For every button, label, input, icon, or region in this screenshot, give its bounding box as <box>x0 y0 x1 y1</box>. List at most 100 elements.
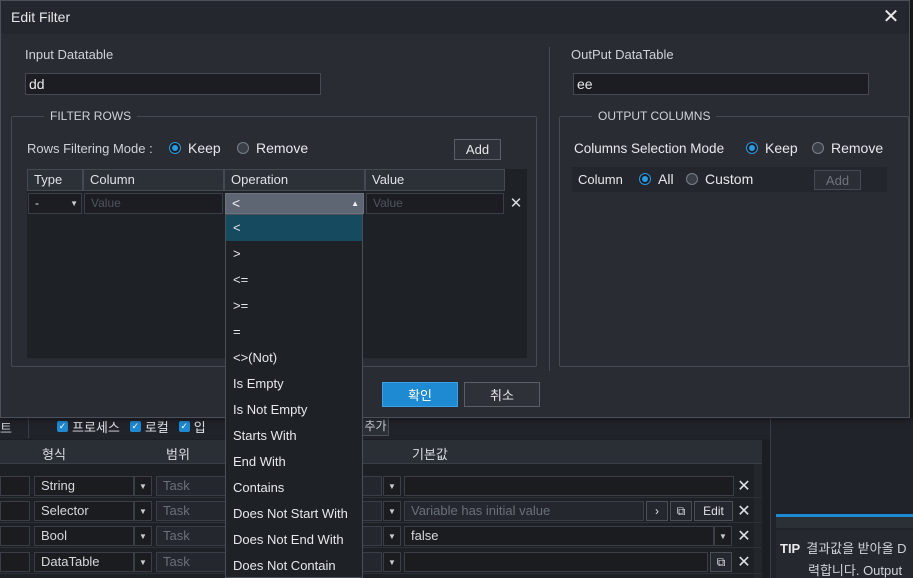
tip-text-line1: 결과값을 받아올 D <box>806 541 907 556</box>
check-local-label: 로컬 <box>144 419 169 435</box>
edit-button[interactable]: Edit <box>694 501 733 521</box>
tip-panel: TIP 결과값을 받아올 D 력합니다. Output <box>776 530 913 578</box>
chevron-down-icon[interactable]: ▼ <box>383 501 401 521</box>
dialog-title-bar: Edit Filter ✕ <box>1 1 909 34</box>
delete-row-icon[interactable]: ✕ <box>735 526 753 546</box>
rows-remove-label: Remove <box>256 140 309 156</box>
tab-label-partial[interactable]: 트 <box>0 418 20 436</box>
operation-option[interactable]: Is Empty <box>226 371 362 397</box>
chevron-down-icon[interactable]: ▼ <box>383 552 401 572</box>
chevron-down-icon[interactable]: ▼ <box>134 552 152 572</box>
row-name-cell[interactable] <box>0 526 30 546</box>
table-row: DataTable ▼ Task ▼ ⧉ ✕ <box>0 550 762 574</box>
cancel-button[interactable]: 취소 <box>464 382 540 407</box>
delete-row-icon[interactable]: ✕ <box>508 195 524 213</box>
value-input[interactable]: Value <box>366 193 504 214</box>
chevron-down-icon[interactable]: ▼ <box>134 501 152 521</box>
chevron-down-icon[interactable]: ▼ <box>383 526 401 546</box>
default-value-input[interactable]: Variable has initial value <box>404 501 644 521</box>
type-select[interactable]: Bool <box>34 526 134 546</box>
type-select-value: - <box>35 196 39 210</box>
operation-option[interactable]: < <box>226 215 362 241</box>
operation-option[interactable]: Does Not End With <box>226 527 362 553</box>
chevron-down-icon[interactable]: ▼ <box>134 526 152 546</box>
columns-remove-radio[interactable]: Remove <box>812 140 883 156</box>
header-scope: 범위 <box>166 447 190 462</box>
delete-row-icon[interactable]: ✕ <box>735 552 753 572</box>
add-filter-row-button[interactable]: Add <box>454 139 501 160</box>
operation-select[interactable]: < ▲ <box>225 193 364 214</box>
operation-option[interactable]: Starts With <box>226 423 362 449</box>
delete-row-icon[interactable]: ✕ <box>735 476 753 496</box>
tip-text-line2: 력합니다. Output <box>808 563 903 578</box>
open-external-icon[interactable]: ⧉ <box>670 501 692 521</box>
check-process-label: 프로세스 <box>72 419 120 435</box>
columns-keep-label: Keep <box>765 140 798 156</box>
radio-unselected-icon <box>237 142 249 154</box>
confirm-button[interactable]: 확인 <box>382 382 458 407</box>
column-all-label: All <box>658 171 674 187</box>
default-value-input[interactable] <box>404 552 708 572</box>
header-type: 형식 <box>42 447 66 462</box>
operation-select-value: < <box>232 195 241 211</box>
row-name-cell[interactable] <box>0 501 30 521</box>
operation-option[interactable]: >= <box>226 293 362 319</box>
columns-selection-mode-label: Columns Selection Mode <box>574 141 725 156</box>
radio-selected-icon <box>639 173 651 185</box>
operation-option[interactable]: = <box>226 319 362 345</box>
app-root: TIP 결과값을 받아올 D 력합니다. Output 트 ✓ 프로세스 ✓ 로컬 ✓… <box>0 0 913 578</box>
row-name-cell[interactable] <box>0 476 30 496</box>
columns-keep-radio[interactable]: Keep <box>746 140 798 156</box>
columns-remove-label: Remove <box>831 140 884 156</box>
default-value-select[interactable]: false <box>404 526 714 546</box>
chevron-down-icon[interactable]: ▼ <box>383 476 401 496</box>
chevron-up-icon: ▲ <box>351 199 359 208</box>
delete-row-icon[interactable]: ✕ <box>735 501 753 521</box>
add-output-column-button[interactable]: Add <box>814 170 861 190</box>
operation-option[interactable]: Does Not Start With <box>226 501 362 527</box>
chevron-down-icon[interactable]: ▼ <box>134 476 152 496</box>
operation-option[interactable]: Does Not Contain <box>226 553 362 577</box>
column-header-value: Value <box>365 169 505 191</box>
variables-grid-header: 형식 범위 기본값 <box>0 440 762 464</box>
check-process[interactable]: ✓ 프로세스 <box>57 417 120 436</box>
column-custom-radio[interactable]: Custom <box>686 171 753 187</box>
filter-rows-legend: FILTER ROWS <box>50 109 132 123</box>
output-datatable-field[interactable]: ee <box>573 73 869 95</box>
radio-selected-icon <box>746 142 758 154</box>
operation-option[interactable]: End With <box>226 449 362 475</box>
rows-remove-radio[interactable]: Remove <box>237 140 308 156</box>
rows-filtering-mode-label: Rows Filtering Mode : <box>27 141 153 156</box>
radio-unselected-icon <box>686 173 698 185</box>
input-datatable-field[interactable]: dd <box>25 73 321 95</box>
type-select[interactable]: - ▼ <box>28 193 82 214</box>
row-name-cell[interactable] <box>0 552 30 572</box>
operation-option[interactable]: Is Not Empty <box>226 397 362 423</box>
table-row: String ▼ Task ▼ ✕ <box>0 474 762 498</box>
open-external-icon[interactable]: ⧉ <box>710 552 732 572</box>
close-icon[interactable]: ✕ <box>881 7 901 27</box>
operation-option[interactable]: <>(Not) <box>226 345 362 371</box>
operation-option[interactable]: Contains <box>226 475 362 501</box>
type-select[interactable]: String <box>34 476 134 496</box>
tip-label: TIP <box>780 541 801 556</box>
type-select[interactable]: Selector <box>34 501 134 521</box>
type-select[interactable]: DataTable <box>34 552 134 572</box>
column-all-radio[interactable]: All <box>639 171 674 187</box>
check-input[interactable]: ✓ 입 <box>178 417 206 436</box>
table-row: Selector ▼ Task ▼ Variable has initial v… <box>0 499 762 523</box>
column-header-column: Column <box>83 169 224 191</box>
dialog-title: Edit Filter <box>11 9 71 25</box>
column-input[interactable]: Value <box>84 193 223 214</box>
check-local[interactable]: ✓ 로컬 <box>129 417 169 436</box>
checkbox-checked-icon: ✓ <box>129 420 141 432</box>
output-datatable-label: OutPut DataTable <box>571 47 674 62</box>
check-input-label: 입 <box>193 419 206 435</box>
chevron-down-icon[interactable]: ▼ <box>714 526 732 546</box>
rows-keep-radio[interactable]: Keep <box>169 140 221 156</box>
chevron-right-icon[interactable]: › <box>646 501 668 521</box>
checkbox-checked-icon: ✓ <box>178 420 190 432</box>
default-value-input[interactable] <box>404 476 734 496</box>
operation-option[interactable]: > <box>226 241 362 267</box>
operation-option[interactable]: <= <box>226 267 362 293</box>
